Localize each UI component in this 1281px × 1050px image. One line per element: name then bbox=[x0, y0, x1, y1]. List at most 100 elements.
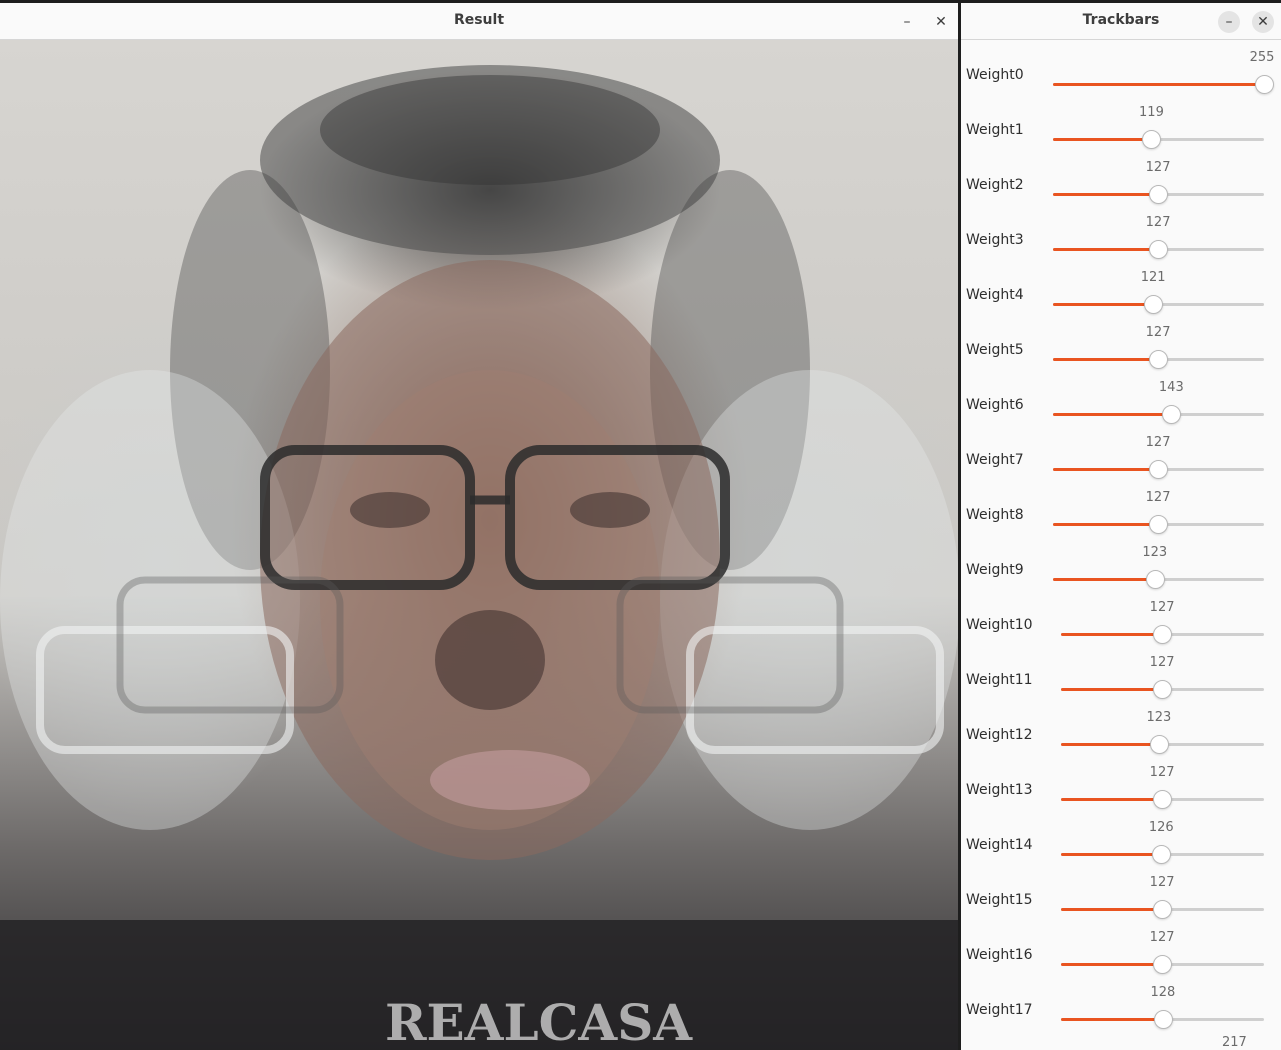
trackbar-label: Weight11 bbox=[966, 672, 1033, 688]
trackbar-thumb[interactable] bbox=[1153, 1010, 1173, 1029]
blended-face-image: REALCASA bbox=[0, 40, 958, 1050]
trackbar-value: 127 bbox=[1145, 435, 1171, 450]
trackbar-label: Weight17 bbox=[966, 1002, 1033, 1018]
trackbar-value: 127 bbox=[1149, 655, 1175, 670]
trackbar-label: Weight4 bbox=[966, 287, 1024, 303]
trackbar-slider[interactable] bbox=[1053, 460, 1264, 479]
trackbar-value: 123 bbox=[1146, 710, 1172, 725]
trackbar-row: Weight15 127 bbox=[961, 873, 1281, 928]
trackbar-fill bbox=[1053, 523, 1159, 526]
trackbar-label: Weight3 bbox=[966, 232, 1024, 248]
trackbar-slider[interactable] bbox=[1053, 75, 1274, 94]
trackbar-slider[interactable] bbox=[1061, 1010, 1264, 1029]
trackbar-thumb[interactable] bbox=[1153, 680, 1173, 699]
trackbar-slider[interactable] bbox=[1053, 295, 1264, 314]
trackbar-label: Weight1 bbox=[966, 122, 1024, 138]
shirt-print: REALCASA bbox=[385, 993, 693, 1050]
trackbar-row: Weight3 127 bbox=[961, 213, 1281, 268]
blended-face-drawing: REALCASA bbox=[0, 65, 958, 1050]
trackbar-slider[interactable] bbox=[1061, 625, 1264, 644]
trackbar-fill bbox=[1061, 963, 1163, 966]
trackbar-slider[interactable] bbox=[1061, 680, 1264, 699]
result-titlebar[interactable]: Result – ✕ bbox=[0, 3, 958, 40]
trackbars-window: Trackbars – ✕ Weight0 255 Weight1 119 Weight… bbox=[961, 3, 1281, 1050]
trackbar-fill bbox=[1053, 138, 1152, 141]
trackbar-slider[interactable] bbox=[1053, 515, 1264, 534]
trackbars-close-button[interactable]: ✕ bbox=[1252, 11, 1274, 33]
trackbar-thumb[interactable] bbox=[1142, 130, 1162, 149]
trackbar-thumb[interactable] bbox=[1153, 955, 1173, 974]
trackbar-slider[interactable] bbox=[1053, 130, 1264, 149]
trackbar-fill bbox=[1061, 633, 1163, 636]
trackbar-value: 143 bbox=[1158, 380, 1184, 395]
trackbars-titlebar[interactable]: Trackbars – ✕ bbox=[961, 3, 1281, 40]
minimize-icon: – bbox=[903, 14, 911, 30]
trackbar-row: Weight17 128 bbox=[961, 983, 1281, 1038]
trackbar-fill bbox=[1061, 798, 1163, 801]
trackbar-thumb[interactable] bbox=[1255, 75, 1274, 94]
trackbar-value: 127 bbox=[1149, 875, 1175, 890]
trackbar-row: Weight5 127 bbox=[961, 323, 1281, 378]
trackbar-row: Weight0 255 bbox=[961, 48, 1281, 103]
trackbar-thumb[interactable] bbox=[1149, 240, 1169, 259]
trackbar-thumb[interactable] bbox=[1144, 295, 1164, 314]
result-window: Result – ✕ REALCASA bbox=[0, 3, 958, 1050]
trackbar-fill bbox=[1061, 1018, 1163, 1021]
trackbar-row: Weight7 127 bbox=[961, 433, 1281, 488]
trackbar-value: 119 bbox=[1139, 105, 1164, 120]
trackbar-thumb[interactable] bbox=[1149, 185, 1169, 204]
trackbar-row: Weight1 119 bbox=[961, 103, 1281, 158]
trackbar-thumb[interactable] bbox=[1153, 900, 1173, 919]
trackbar-slider[interactable] bbox=[1053, 350, 1264, 369]
trackbar-label: Weight15 bbox=[966, 892, 1033, 908]
trackbar-fill bbox=[1053, 578, 1155, 581]
trackbar-slider[interactable] bbox=[1053, 240, 1264, 259]
trackbar-label: Weight0 bbox=[966, 67, 1024, 83]
trackbar-label: Weight7 bbox=[966, 452, 1024, 468]
trackbar-value: 127 bbox=[1145, 215, 1171, 230]
trackbar-thumb[interactable] bbox=[1153, 625, 1173, 644]
trackbar-slider[interactable] bbox=[1061, 845, 1264, 864]
trackbar-thumb[interactable] bbox=[1153, 790, 1173, 809]
trackbar-fill bbox=[1061, 853, 1162, 856]
trackbar-fill bbox=[1061, 688, 1163, 691]
trackbars-minimize-button[interactable]: – bbox=[1218, 11, 1240, 33]
trackbar-thumb[interactable] bbox=[1149, 460, 1169, 479]
trackbar-value: 126 bbox=[1148, 820, 1174, 835]
trackbar-value: 121 bbox=[1140, 270, 1166, 285]
trackbar-row: Weight12 123 bbox=[961, 708, 1281, 763]
trackbar-thumb[interactable] bbox=[1149, 735, 1169, 754]
trackbar-slider[interactable] bbox=[1061, 900, 1264, 919]
close-icon: ✕ bbox=[935, 14, 947, 30]
trackbar-row: Weight13 127 bbox=[961, 763, 1281, 818]
trackbar-slider[interactable] bbox=[1061, 790, 1264, 809]
trackbar-label: Weight16 bbox=[966, 947, 1033, 963]
trackbar-fill bbox=[1053, 248, 1159, 251]
trackbar-thumb[interactable] bbox=[1162, 405, 1182, 424]
trackbar-value: 127 bbox=[1145, 325, 1171, 340]
trackbar-row: Weight14 126 bbox=[961, 818, 1281, 873]
trackbar-fill bbox=[1053, 303, 1154, 306]
trackbar-fill bbox=[1053, 193, 1159, 196]
trackbar-label: Weight13 bbox=[966, 782, 1033, 798]
trackbar-slider[interactable] bbox=[1061, 735, 1264, 754]
close-button[interactable]: ✕ bbox=[930, 11, 952, 33]
trackbar-row: Weight9 123 bbox=[961, 543, 1281, 598]
minimize-icon: – bbox=[1225, 14, 1233, 30]
trackbar-slider[interactable] bbox=[1061, 955, 1264, 974]
trackbar-thumb[interactable] bbox=[1152, 845, 1172, 864]
trackbar-slider[interactable] bbox=[1053, 405, 1264, 424]
trackbar-row: Weight6 143 bbox=[961, 378, 1281, 433]
trackbar-slider[interactable] bbox=[1053, 570, 1264, 589]
minimize-button[interactable]: – bbox=[896, 11, 918, 33]
trackbar-slider[interactable] bbox=[1053, 185, 1264, 204]
trackbar-value: 255 bbox=[1249, 50, 1275, 65]
trackbar-fill bbox=[1053, 468, 1159, 471]
trackbar-label: Weight8 bbox=[966, 507, 1024, 523]
trackbar-thumb[interactable] bbox=[1149, 515, 1169, 534]
trackbar-label: Weight12 bbox=[966, 727, 1033, 743]
trackbar-thumb[interactable] bbox=[1149, 350, 1169, 369]
trackbar-fill bbox=[1053, 83, 1264, 86]
trackbar-thumb[interactable] bbox=[1145, 570, 1165, 589]
trackbar-label: Weight6 bbox=[966, 397, 1024, 413]
